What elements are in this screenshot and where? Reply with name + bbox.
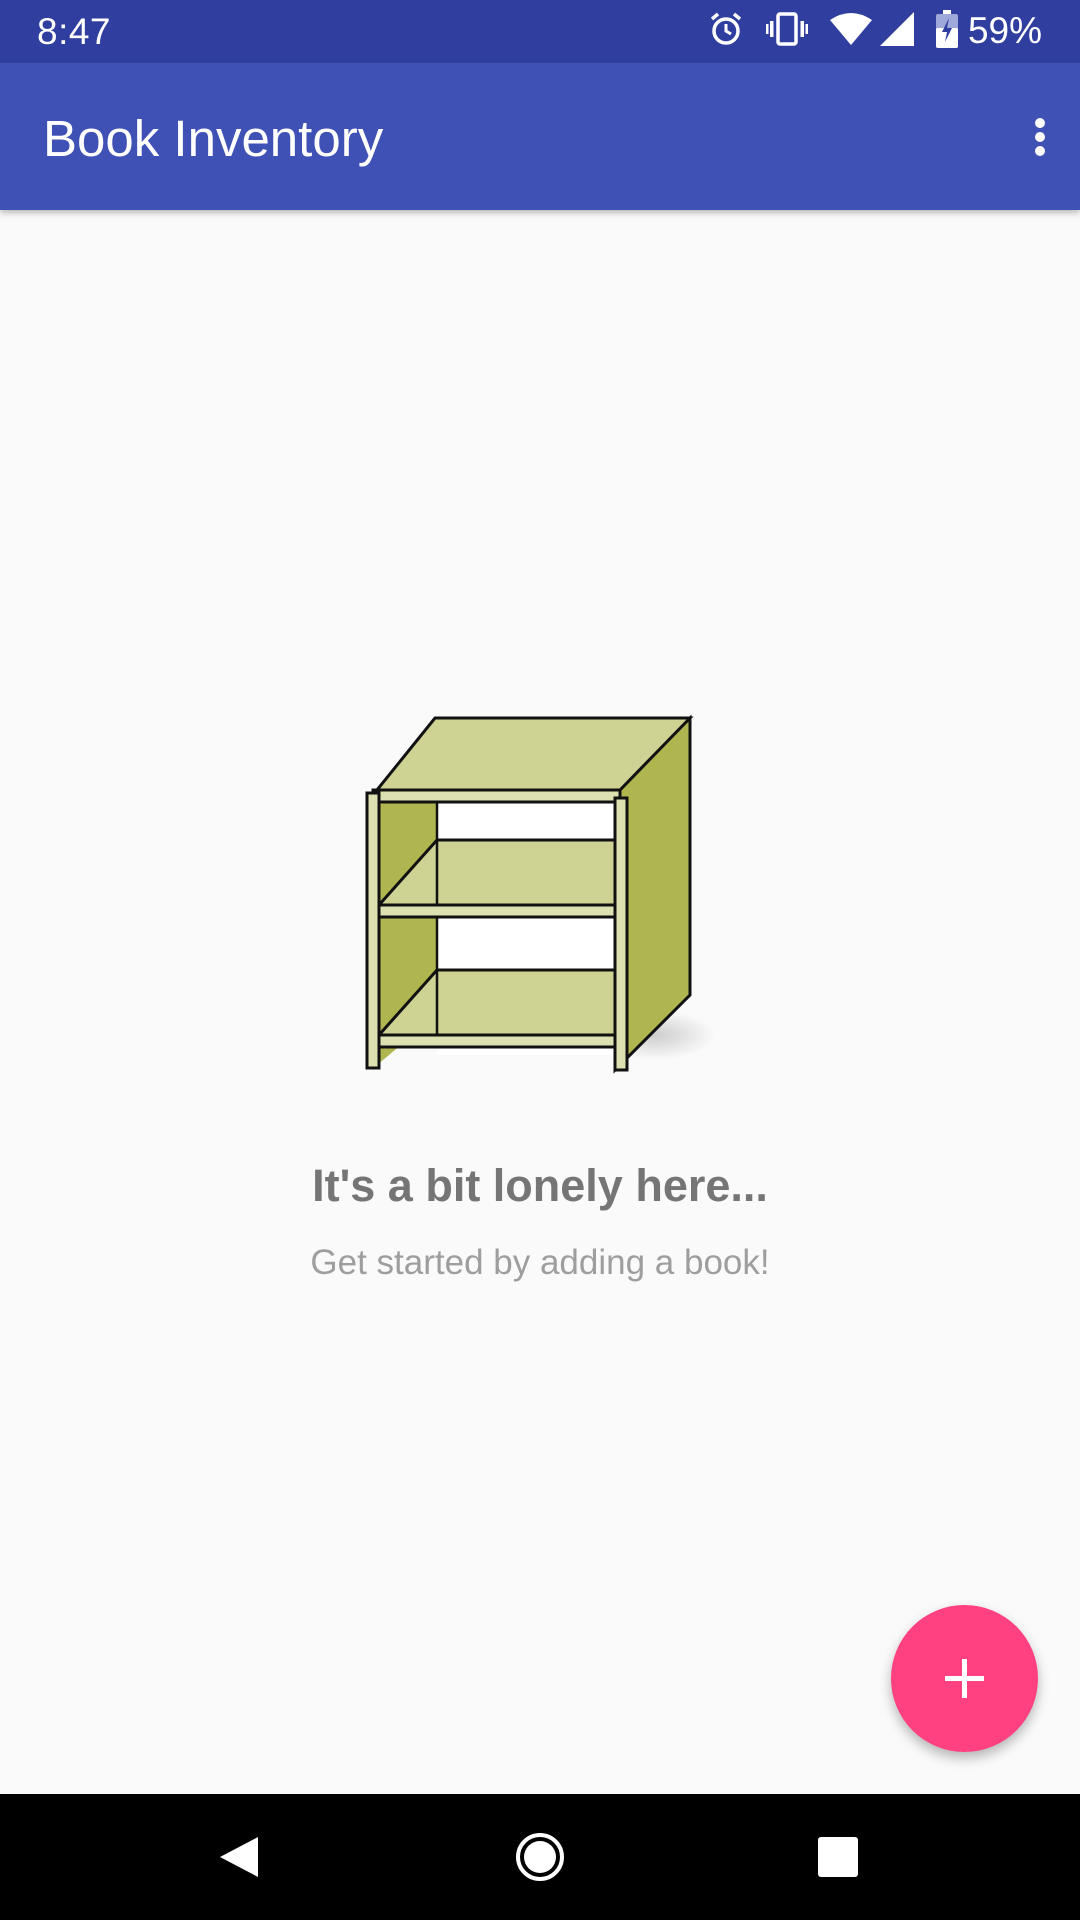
alarm-icon <box>708 11 744 52</box>
cell-signal-icon <box>879 11 914 51</box>
add-book-button[interactable] <box>891 1605 1038 1752</box>
battery-percent: 59% <box>967 10 1042 51</box>
status-bar: 8:47 59% <box>0 0 1080 63</box>
recents-button[interactable] <box>798 1817 878 1897</box>
back-button[interactable] <box>198 1817 278 1897</box>
battery-charging-icon <box>935 9 958 53</box>
more-options-button[interactable] <box>1000 97 1080 177</box>
home-icon <box>516 1833 564 1881</box>
vibrate-icon <box>765 11 808 52</box>
status-time: 8:47 <box>37 11 112 52</box>
status-icons: 59% <box>686 8 1042 54</box>
home-button[interactable] <box>500 1817 580 1897</box>
app-bar: Book Inventory <box>0 63 1080 210</box>
page-title: Book Inventory <box>43 110 384 167</box>
wifi-icon <box>829 12 872 51</box>
bookshelf-illustration <box>355 710 725 1080</box>
empty-state-subtitle: Get started by adding a book! <box>310 1243 770 1282</box>
navigation-bar <box>0 1794 1080 1920</box>
back-icon <box>220 1837 258 1877</box>
recents-icon <box>818 1837 858 1877</box>
empty-state-title: It's a bit lonely here... <box>312 1160 768 1211</box>
